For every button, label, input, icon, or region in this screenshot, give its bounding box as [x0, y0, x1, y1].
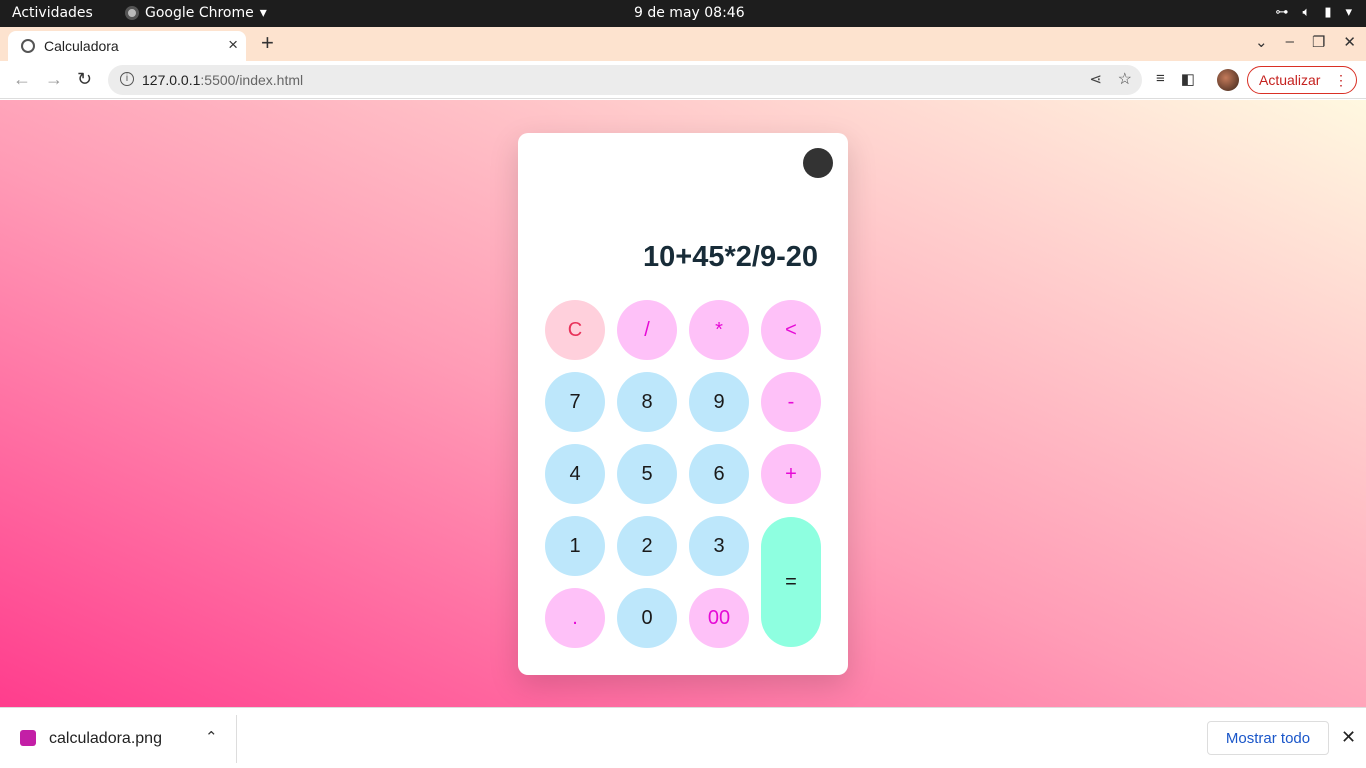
tab-search-icon[interactable]: ⌄: [1255, 33, 1268, 51]
divider: [236, 715, 237, 763]
system-top-bar: Actividades Google Chrome ▾ 9 de may 08:…: [0, 0, 1366, 27]
zero-button[interactable]: 0: [617, 588, 677, 648]
system-tray[interactable]: ⊶ 🔈︎ ▮ ▾: [1276, 5, 1353, 20]
divide-button[interactable]: /: [617, 300, 677, 360]
globe-icon: [21, 39, 35, 53]
clear-button[interactable]: C: [545, 300, 605, 360]
equals-button[interactable]: =: [761, 517, 821, 647]
volume-icon: 🔈︎: [1302, 5, 1311, 20]
media-queue-icon[interactable]: ≡: [1156, 70, 1165, 88]
calculator: 10+45*2/9-20 C / * < 7 8 9 - 4 5 6 + 1 2…: [518, 133, 848, 675]
calculator-display: 10+45*2/9-20: [643, 241, 818, 273]
restore-icon[interactable]: ❐: [1312, 33, 1325, 51]
app-name: Google Chrome: [145, 5, 254, 21]
activities-button[interactable]: Actividades: [12, 5, 93, 21]
url-host: 127.0.0.1: [142, 72, 201, 88]
profile-avatar[interactable]: [1217, 69, 1239, 91]
browser-toolbar: ← → ↻ i 127.0.0.1:5500/index.html ⋖ ☆ ≡ …: [0, 61, 1366, 99]
minimize-icon[interactable]: –: [1286, 33, 1294, 51]
download-file-name[interactable]: calculadora.png: [49, 730, 162, 748]
two-button[interactable]: 2: [617, 516, 677, 576]
toolbar-icons: ≡ ◧: [1156, 70, 1195, 88]
new-tab-button[interactable]: +: [261, 30, 274, 56]
double-zero-button[interactable]: 00: [689, 588, 749, 648]
backspace-button[interactable]: <: [761, 300, 821, 360]
nine-button[interactable]: 9: [689, 372, 749, 432]
chevron-up-icon[interactable]: ⌃: [205, 728, 218, 746]
download-shelf: calculadora.png ⌃ Mostrar todo ✕: [0, 707, 1366, 768]
decimal-button[interactable]: .: [545, 588, 605, 648]
bookmark-star-icon[interactable]: ☆: [1118, 69, 1132, 89]
back-icon[interactable]: ←: [13, 69, 31, 90]
app-menu[interactable]: Google Chrome ▾: [125, 5, 267, 21]
four-button[interactable]: 4: [545, 444, 605, 504]
clock[interactable]: 9 de may 08:46: [634, 5, 745, 21]
plus-button[interactable]: +: [761, 444, 821, 504]
menu-dots-icon: ⋮: [1334, 72, 1348, 88]
side-panel-icon[interactable]: ◧: [1181, 70, 1195, 88]
tab-strip: Calculadora × + ⌄ – ❐ ✕: [0, 27, 1366, 61]
seven-button[interactable]: 7: [545, 372, 605, 432]
close-window-icon[interactable]: ✕: [1343, 33, 1356, 51]
chrome-icon: [125, 6, 139, 20]
caret-down-icon: ▾: [1345, 5, 1352, 20]
show-all-button[interactable]: Mostrar todo: [1207, 721, 1329, 755]
close-tab-icon[interactable]: ×: [228, 35, 238, 55]
one-button[interactable]: 1: [545, 516, 605, 576]
url-text[interactable]: 127.0.0.1:5500/index.html: [142, 72, 303, 88]
image-file-icon: [20, 730, 36, 746]
battery-icon: ▮: [1324, 5, 1332, 20]
window-controls: ⌄ – ❐ ✕: [1255, 33, 1356, 51]
address-bar[interactable]: i 127.0.0.1:5500/index.html ⋖ ☆: [108, 65, 1142, 95]
three-button[interactable]: 3: [689, 516, 749, 576]
site-info-icon[interactable]: i: [120, 72, 134, 86]
reload-icon[interactable]: ↻: [77, 69, 92, 90]
network-icon: ⊶: [1275, 5, 1289, 20]
update-button[interactable]: Actualizar ⋮: [1247, 66, 1357, 94]
share-icon[interactable]: ⋖: [1089, 70, 1102, 88]
caret-down-icon: ▾: [259, 5, 267, 21]
eight-button[interactable]: 8: [617, 372, 677, 432]
five-button[interactable]: 5: [617, 444, 677, 504]
forward-icon[interactable]: →: [45, 69, 63, 90]
close-shelf-icon[interactable]: ✕: [1341, 727, 1356, 748]
multiply-button[interactable]: *: [689, 300, 749, 360]
minus-button[interactable]: -: [761, 372, 821, 432]
tab-calculadora[interactable]: Calculadora ×: [8, 31, 246, 61]
six-button[interactable]: 6: [689, 444, 749, 504]
tab-title: Calculadora: [44, 38, 119, 54]
theme-toggle-button[interactable]: [803, 148, 833, 178]
page-background: 10+45*2/9-20 C / * < 7 8 9 - 4 5 6 + 1 2…: [0, 100, 1366, 707]
url-path: :5500/index.html: [200, 72, 304, 88]
update-label: Actualizar: [1259, 72, 1321, 88]
